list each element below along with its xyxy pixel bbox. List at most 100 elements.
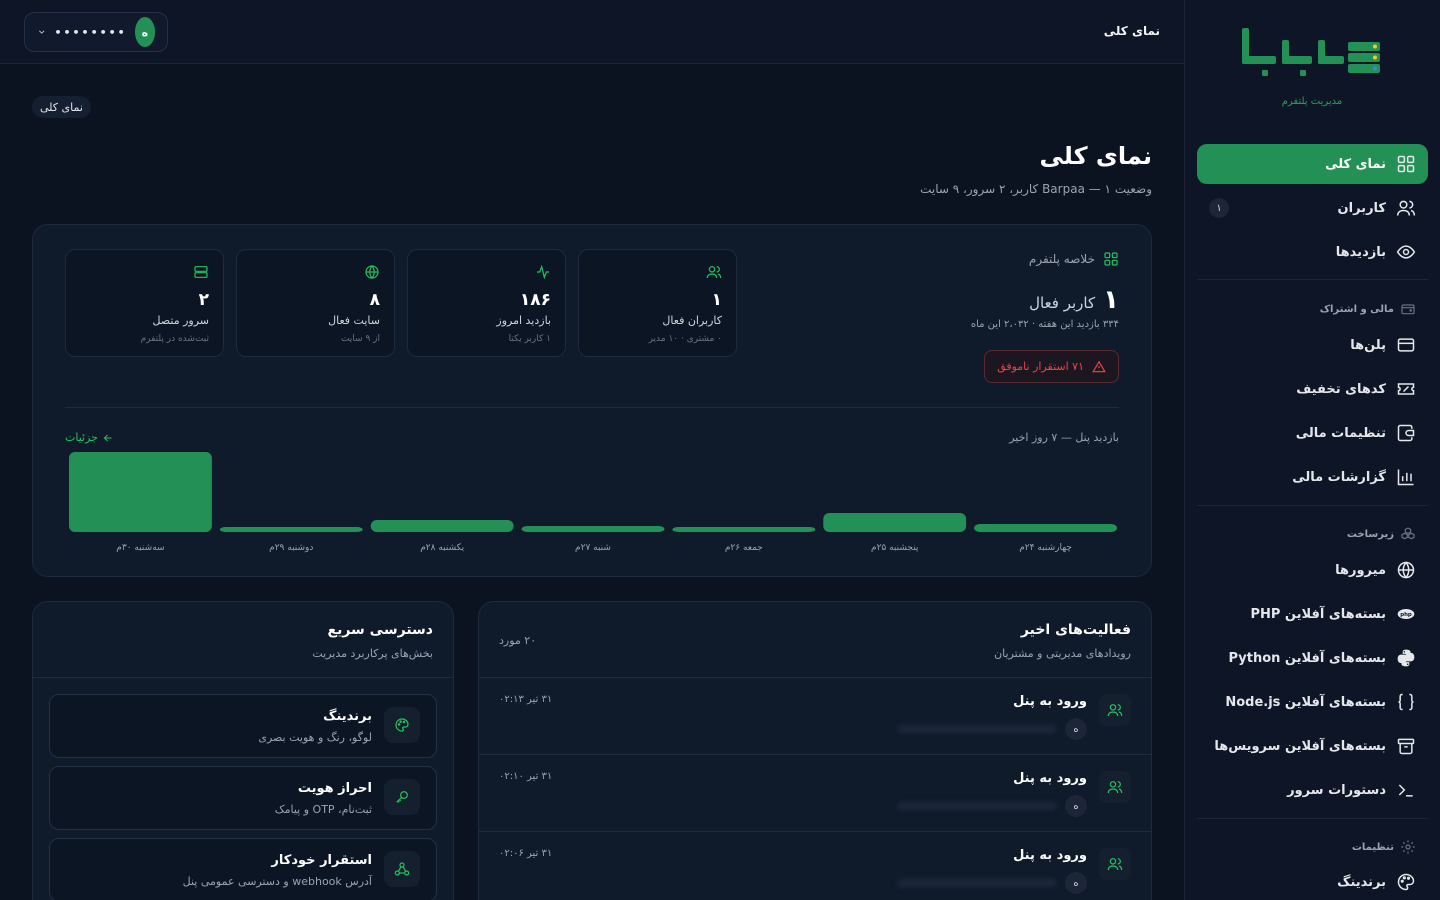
breadcrumb[interactable]: نمای کلی — [32, 96, 91, 118]
users-icon — [1099, 771, 1131, 803]
sidebar-item-discounts[interactable]: کدهای تخفیف — [1197, 369, 1428, 409]
stat-value: ۲ — [198, 290, 209, 310]
stat-connected-servers[interactable]: ۲ سرور متصل ثبت‌شده در پلتفرم — [65, 249, 224, 357]
page-subtitle: وضعیت Barpaa — ۱ کاربر، ۲ سرور، ۹ سایت — [920, 182, 1152, 196]
ticket-icon — [1397, 383, 1415, 395]
sidebar-section-finance: مالی و اشتراک — [1208, 301, 1416, 317]
activity-title-text: ورود به پنل — [1013, 694, 1087, 709]
chart-tick-label: جمعه ۲۶م — [725, 543, 763, 553]
stat-sub: ۱ کاربر یکتا — [508, 334, 551, 344]
quick-access-item-sub: لوگو، رنگ و هویت بصری — [258, 731, 372, 744]
stat-today-visits[interactable]: ۱۸۶ بازدید امروز ۱ کاربر یکتا — [407, 249, 566, 357]
sidebar-section-title: تنظیمات — [1351, 841, 1394, 853]
chart-details-label: جزئیات — [65, 431, 98, 444]
sidebar-item-visits[interactable]: بازدیدها — [1197, 232, 1428, 272]
sidebar-section-settings: تنظیمات — [1208, 839, 1416, 855]
stat-sub: ثبت‌شده در پلتفرم — [140, 334, 209, 344]
chart-tick-label: پنجشنبه ۲۵م — [871, 543, 919, 553]
dashboard-grid-icon — [1397, 155, 1415, 173]
avatar: ه — [134, 17, 155, 47]
sidebar-item-finance-settings[interactable]: تنظیمات مالی — [1197, 413, 1428, 453]
chart-bar[interactable] — [370, 520, 514, 532]
quick-access-title: دسترسی سریع — [327, 622, 433, 638]
user-name: •••••••• — [54, 25, 127, 39]
palette-icon — [384, 707, 420, 743]
quick-access-auth[interactable]: احراز هویت ثبت‌نام، OTP و پیامک — [49, 766, 437, 830]
sidebar-item-plans[interactable]: پلن‌ها — [1197, 325, 1428, 365]
activity-title: فعالیت‌های اخیر — [1020, 622, 1131, 638]
quick-access-auto-deploy[interactable]: استقرار خودکار آدرس webhook و دسترسی عمو… — [49, 838, 437, 900]
sidebar-item-label: تنظیمات مالی — [1295, 425, 1386, 441]
sidebar-item-label: بسته‌های آفلاین سرویس‌ها — [1214, 738, 1386, 754]
globe-icon — [1397, 561, 1415, 579]
dashboard-grid-icon — [1104, 252, 1118, 266]
bar-chart-icon — [1397, 469, 1414, 486]
sidebar-item-label: دستورات سرور — [1287, 782, 1386, 798]
chart-bar[interactable] — [69, 452, 212, 532]
sidebar-item-label: کاربران — [1337, 200, 1386, 216]
brand-subtitle: مدیریت پلتفرم — [1281, 96, 1343, 107]
chart-tick-label: سه‌شنبه ۳۰م — [116, 543, 164, 553]
braces-icon — [1398, 693, 1414, 711]
sidebar-item-service-packages[interactable]: بسته‌های آفلاین سرویس‌ها — [1197, 726, 1428, 766]
activity-row[interactable]: ورود به پنل ۳۱ تیر ۰۲:۱۰ ه — [479, 755, 1151, 832]
users-icon — [1099, 694, 1131, 726]
chart-details-link[interactable]: جزئیات — [65, 431, 114, 444]
warning-icon — [1092, 360, 1106, 372]
visits-bar-chart: چهارشنبه ۲۴م پنجشنبه ۲۵م جمعه ۲۶م شنبه ۲۷م ی… — [69, 452, 1117, 553]
chart-bar[interactable] — [521, 526, 665, 532]
globe-icon — [365, 265, 379, 279]
brand-logo[interactable] — [1238, 26, 1384, 86]
topbar: نمای کلی •••••••• ه — [0, 0, 1184, 64]
chart-bar[interactable] — [823, 513, 967, 532]
sidebar-item-users[interactable]: کاربران ۱ — [1197, 188, 1428, 228]
sidebar-item-server-commands[interactable]: دستورات سرور — [1197, 770, 1428, 810]
sidebar: مدیریت پلتفرم نمای کلی کاربران ۱ بازدیده… — [1184, 0, 1440, 900]
users-icon — [1099, 848, 1131, 880]
svg-text:php: php — [1400, 612, 1412, 618]
sidebar-section-title: زیرساخت — [1346, 528, 1394, 540]
sidebar-item-finance-reports[interactable]: گزارشات مالی — [1197, 457, 1428, 497]
sidebar-item-label: بسته‌های آفلاین Node.js — [1225, 694, 1386, 710]
sidebar-item-mirrors[interactable]: میرورها — [1197, 550, 1428, 590]
user-menu-button[interactable]: •••••••• ه — [24, 12, 168, 52]
stat-active-sites[interactable]: ۸ سایت فعال از ۹ سایت — [236, 249, 395, 357]
python-icon — [1397, 649, 1415, 667]
quick-access-item-title: استقرار خودکار — [271, 853, 372, 868]
quick-access-branding[interactable]: برندینگ لوگو، رنگ و هویت بصری — [49, 694, 437, 758]
chart-title: بازدید پنل — ۷ روز اخیر — [1009, 431, 1119, 444]
chart-bar[interactable] — [974, 524, 1117, 532]
sidebar-item-branding[interactable]: برندینگ — [1197, 862, 1428, 900]
chart-bar[interactable] — [219, 527, 363, 532]
activity-row[interactable]: ورود به پنل ۳۱ تیر ۰۲:۰۶ ه — [479, 832, 1151, 900]
stat-label: کاربران فعال — [662, 314, 722, 327]
quick-access-subtitle: بخش‌های پرکاربرد مدیریت — [312, 647, 433, 660]
activity-title-text: ورود به پنل — [1013, 771, 1087, 786]
sidebar-item-node-packages[interactable]: بسته‌های آفلاین Node.js — [1197, 682, 1428, 722]
sidebar-item-label: گزارشات مالی — [1292, 469, 1386, 485]
recent-activity-card: فعالیت‌های اخیر رویدادهای مدیریتی و مشتر… — [478, 601, 1152, 900]
chart-bar[interactable] — [672, 527, 816, 532]
sidebar-item-python-packages[interactable]: بسته‌های آفلاین Python — [1197, 638, 1428, 678]
chart-tick-label: یکشنبه ۲۸م — [420, 543, 464, 553]
archive-icon — [1397, 738, 1415, 755]
activity-row[interactable]: ورود به پنل ۳۱ تیر ۰۲:۱۳ ه — [479, 678, 1151, 755]
activity-user-chip: ه — [1065, 795, 1087, 817]
active-users-value: ۱ — [1103, 285, 1119, 315]
chevron-down-icon — [39, 30, 45, 34]
activity-time: ۳۱ تیر ۰۲:۰۶ — [499, 848, 553, 859]
sidebar-item-overview[interactable]: نمای کلی — [1197, 144, 1428, 184]
stat-active-users[interactable]: ۱ کاربران فعال ۰ مشتری · ۱۰ مدیر — [578, 249, 737, 357]
summary-heading: خلاصه پلتفرم — [1029, 251, 1119, 267]
sidebar-section-infra: زیرساخت — [1208, 526, 1416, 542]
sidebar-item-label: بسته‌های آفلاین PHP — [1250, 606, 1386, 622]
stat-label: بازدید امروز — [496, 314, 551, 327]
palette-icon — [1397, 873, 1415, 891]
failed-deploys-badge[interactable]: ۷۱ استقرار ناموفق — [984, 350, 1119, 383]
webhook-icon — [384, 851, 420, 887]
server-icon — [194, 266, 208, 278]
sidebar-item-php-packages[interactable]: php بسته‌های آفلاین PHP — [1197, 594, 1428, 634]
eye-icon — [1396, 245, 1416, 259]
users-icon — [706, 266, 722, 279]
stat-sub: ۰ مشتری · ۱۰ مدیر — [648, 334, 722, 344]
